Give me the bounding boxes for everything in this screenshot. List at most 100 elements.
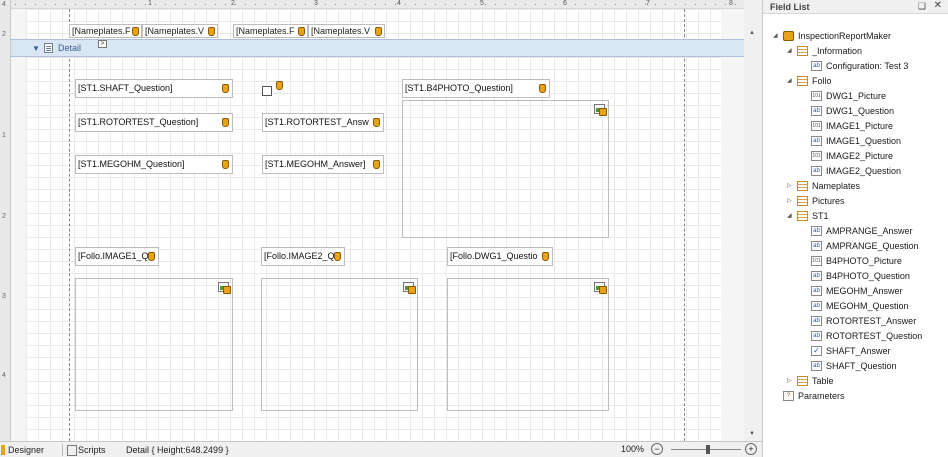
ruler-tick: [315, 4, 316, 5]
tree-node[interactable]: ab ROTORTEST_Question: [801, 329, 922, 344]
tree-node[interactable]: ◢ _Information: [787, 44, 862, 59]
database-field-icon: [276, 81, 283, 90]
tree-node[interactable]: ab ROTORTEST_Answer: [801, 314, 916, 329]
ruler-tick: [245, 4, 246, 5]
tab-designer[interactable]: Designer: [0, 444, 44, 456]
text-field-icon: ab: [811, 315, 822, 326]
ruler-tick: [225, 4, 226, 5]
tree-node[interactable]: ◢ ST1: [787, 209, 829, 224]
text-field-icon: ab: [811, 285, 822, 296]
field-text: [Follo.IMAGE1_Q: [78, 251, 149, 261]
table-icon: [797, 210, 808, 221]
ruler-tick: [735, 4, 736, 5]
header-field-nameplates-v-2[interactable]: [Nameplates.V: [308, 24, 385, 38]
header-field-nameplates-v[interactable]: [Nameplates.V: [142, 24, 218, 38]
label-rotortest-answer[interactable]: [ST1.ROTORTEST_Answ: [262, 113, 384, 132]
tree-node-label: AMPRANGE_Question: [826, 241, 919, 251]
vertical-scrollbar[interactable]: ▲ ▼: [744, 24, 760, 441]
zoom-out-button[interactable]: −: [651, 443, 663, 455]
tree-node-label: SHAFT_Question: [826, 361, 897, 371]
tree-node[interactable]: ▷ Pictures: [787, 194, 845, 209]
expander-icon[interactable]: ◢: [787, 74, 797, 89]
collapse-arrow-icon[interactable]: ▼: [32, 44, 40, 53]
vruler-label: 4: [2, 1, 6, 8]
field-text: [Nameplates.F: [72, 26, 131, 36]
picture-box-icon: [218, 282, 231, 294]
header-field-nameplates-f[interactable]: [Nameplates.F: [69, 24, 142, 38]
field-list-panel: Field List ❑ ✕ ◢ InspectionReportMaker ◢ _I…: [762, 0, 948, 457]
zoom-slider-thumb[interactable]: [706, 445, 710, 454]
zoom-in-button[interactable]: +: [745, 443, 757, 455]
tree-node-label: IMAGE2_Picture: [826, 151, 894, 161]
ruler-tick: [325, 4, 326, 5]
expander-icon[interactable]: ▷: [787, 179, 797, 194]
tree-node[interactable]: ▷ Nameplates: [787, 179, 860, 194]
label-image2-question[interactable]: [Follo.IMAGE2_Q: [261, 247, 345, 266]
tree-node[interactable]: 101 B4PHOTO_Picture: [801, 254, 902, 269]
field-text: [ST1.ROTORTEST_Question]: [78, 117, 199, 127]
database-field-icon: [334, 252, 341, 261]
tree-node[interactable]: ab Configuration: Test 3: [801, 59, 908, 74]
tree-node[interactable]: ✓ SHAFT_Answer: [801, 344, 891, 359]
design-surface[interactable]: [Nameplates.F [Nameplates.V [Nameplates.…: [11, 9, 744, 441]
tree-node[interactable]: 101 IMAGE2_Picture: [801, 149, 893, 164]
close-icon[interactable]: ✕: [934, 0, 942, 11]
picture-box-image1[interactable]: [75, 278, 233, 411]
expander-icon[interactable]: ▷: [787, 194, 797, 209]
database-field-icon: [222, 118, 229, 127]
label-megohm-question[interactable]: [ST1.MEGOHM_Question]: [75, 155, 233, 174]
scroll-up-icon[interactable]: ▲: [749, 30, 755, 36]
tree-node[interactable]: ab B4PHOTO_Question: [801, 269, 910, 284]
ruler-tick: [185, 4, 186, 5]
report-designer-window: 4 2 1 2 3 4 1 2 3 4 5 6 7 8 [Nameplates.…: [0, 0, 948, 457]
tree-node[interactable]: ab AMPRANGE_Answer: [801, 224, 913, 239]
tree-node[interactable]: ? Parameters: [773, 389, 845, 404]
tree-node[interactable]: ab MEGOHM_Answer: [801, 284, 903, 299]
tree-node[interactable]: ab IMAGE1_Question: [801, 134, 901, 149]
pin-icon[interactable]: ❑: [918, 1, 926, 12]
tree-node-label: DWG1_Question: [826, 106, 895, 116]
scroll-down-icon[interactable]: ▼: [749, 431, 755, 437]
expander-icon[interactable]: ◢: [787, 209, 797, 224]
tab-scripts[interactable]: Scripts: [62, 444, 106, 456]
label-dwg1-question[interactable]: [Follo.DWG1_Questio: [447, 247, 553, 266]
ruler-tick: [425, 4, 426, 5]
ruler-tick: [75, 4, 76, 5]
tree-node[interactable]: 101 DWG1_Picture: [801, 89, 886, 104]
smart-tag-icon[interactable]: >: [98, 40, 107, 48]
ruler-tick: [465, 4, 466, 5]
label-shaft-question[interactable]: [ST1.SHAFT_Question]: [75, 79, 233, 98]
ruler-tick: [115, 4, 116, 5]
header-field-nameplates-f-2[interactable]: [Nameplates.F: [233, 24, 308, 38]
tree-node[interactable]: ab MEGOHM_Question: [801, 299, 909, 314]
detail-band-header[interactable]: ▼ Detail >: [11, 39, 744, 57]
expander-icon[interactable]: ▷: [787, 374, 797, 389]
tree-node[interactable]: ab SHAFT_Question: [801, 359, 897, 374]
picture-box-b4photo[interactable]: [402, 100, 609, 238]
expander-icon[interactable]: ◢: [787, 44, 797, 59]
expander-icon[interactable]: ◢: [773, 29, 783, 44]
ruler-tick: [535, 4, 536, 5]
tree-node[interactable]: ◢ InspectionReportMaker: [773, 29, 891, 44]
label-rotortest-question[interactable]: [ST1.ROTORTEST_Question]: [75, 113, 233, 132]
tree-node-label: AMPRANGE_Answer: [826, 226, 913, 236]
tree-node[interactable]: ab DWG1_Question: [801, 104, 894, 119]
vruler-label: 2: [2, 213, 6, 220]
tree-node[interactable]: 101 IMAGE1_Picture: [801, 119, 893, 134]
ruler-tick: [595, 4, 596, 5]
field-text: [Nameplates.F: [236, 26, 295, 36]
picture-box-dwg1[interactable]: [447, 278, 609, 411]
label-image1-question[interactable]: [Follo.IMAGE1_Q: [75, 247, 159, 266]
picture-field-icon: 101: [811, 120, 822, 131]
picture-box-image2[interactable]: [261, 278, 418, 411]
field-text: [Nameplates.V: [145, 26, 205, 36]
tree-node[interactable]: ab AMPRANGE_Question: [801, 239, 919, 254]
hruler-label: 4: [397, 0, 401, 7]
label-b4photo-question[interactable]: [ST1.B4PHOTO_Question]: [402, 79, 550, 98]
ruler-tick: [235, 4, 236, 5]
tree-node[interactable]: ◢ Follo: [787, 74, 832, 89]
tree-node[interactable]: ▷ Table: [787, 374, 834, 389]
ruler-tick: [135, 4, 136, 5]
label-megohm-answer[interactable]: [ST1.MEGOHM_Answer]: [262, 155, 384, 174]
tree-node[interactable]: ab IMAGE2_Question: [801, 164, 901, 179]
